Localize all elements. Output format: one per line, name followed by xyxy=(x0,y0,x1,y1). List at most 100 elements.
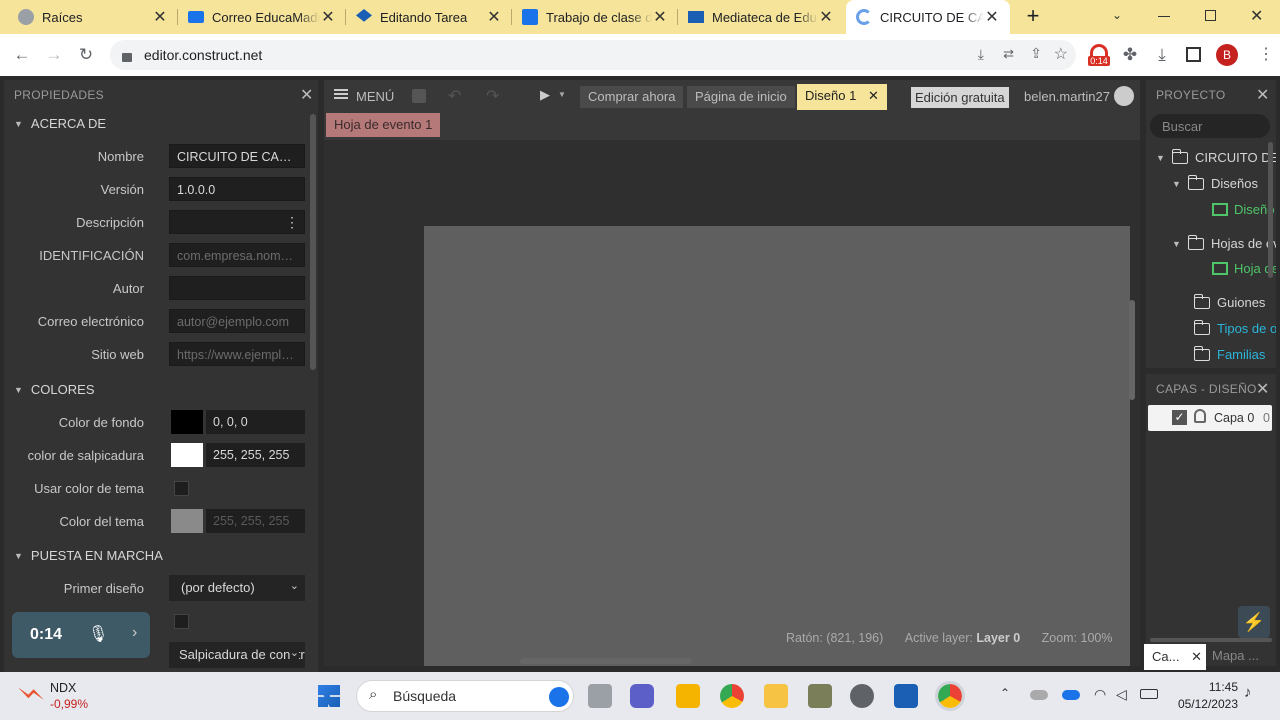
free-edition-badge[interactable]: Edición gratuita xyxy=(911,87,1009,108)
wifi-icon[interactable]: ◠ xyxy=(1094,686,1106,703)
browser-tab-circuito[interactable]: CIRCUITO DE CARRERAS ✕ xyxy=(846,0,1010,34)
tree-event-sheets[interactable]: ▼ Hojas de eventos xyxy=(1172,234,1276,251)
task-view-icon[interactable] xyxy=(588,684,612,708)
address-bar[interactable]: editor.construct.net ⤓ ⇄ ⇪ ☆ xyxy=(110,40,1076,70)
redo-icon[interactable]: ↷ xyxy=(486,86,499,106)
section-about[interactable]: ▼ ACERCA DE xyxy=(14,116,106,131)
install-icon[interactable]: ⤓ xyxy=(978,46,984,63)
tree-layout-item[interactable]: Diseño 1 xyxy=(1212,202,1276,217)
layout-canvas[interactable] xyxy=(424,226,1130,666)
clock-time[interactable]: 11:45 xyxy=(1196,680,1238,694)
teams-icon[interactable] xyxy=(630,684,654,708)
window-close-icon[interactable]: ✕ xyxy=(1250,6,1263,26)
splash-color-swatch[interactable] xyxy=(171,443,203,467)
onedrive-icon[interactable] xyxy=(1062,690,1080,700)
id-field[interactable]: com.empresa.nombre xyxy=(169,243,305,267)
username[interactable]: belen.martin27 xyxy=(1024,89,1110,104)
theme-color-swatch[interactable] xyxy=(171,509,203,533)
event-sheet-tab[interactable]: Hoja de evento 1 xyxy=(326,113,441,137)
app-icon-2[interactable] xyxy=(808,684,832,708)
close-icon[interactable]: ✕ xyxy=(486,7,502,27)
file-explorer-icon[interactable] xyxy=(764,684,788,708)
close-icon[interactable]: ✕ xyxy=(818,7,834,27)
close-icon[interactable]: ✕ xyxy=(868,88,879,103)
tree-families[interactable]: Familias xyxy=(1194,345,1265,362)
construct-logo-icon[interactable]: ⚡ xyxy=(1238,606,1270,638)
bing-icon[interactable] xyxy=(549,687,569,707)
profile-avatar[interactable]: B xyxy=(1216,44,1238,66)
layer-row[interactable]: ✓ Capa 0 0 xyxy=(1148,405,1272,431)
close-icon[interactable]: ✕ xyxy=(152,7,168,27)
close-icon[interactable]: ✕ xyxy=(1256,85,1269,105)
layers-bottom-tab[interactable]: Ca... ✕ xyxy=(1144,644,1206,670)
chevron-down-icon[interactable]: ⌄ xyxy=(1112,8,1122,22)
browser-tab-mediateca[interactable]: Mediateca de EducaMadrid ✕ xyxy=(678,0,844,34)
new-tab-button[interactable]: + xyxy=(1022,5,1044,29)
battery-icon[interactable] xyxy=(1140,689,1158,699)
splash-color-value[interactable]: 255, 255, 255 xyxy=(206,443,305,467)
restore-icon[interactable] xyxy=(1205,10,1216,21)
use-theme-checkbox[interactable] xyxy=(174,481,189,496)
layout-view[interactable]: Ratón: (821, 196) Active layer: Layer 0 … xyxy=(324,140,1140,666)
back-icon[interactable]: ← xyxy=(12,45,32,65)
author-field[interactable] xyxy=(169,276,305,300)
name-field[interactable]: CIRCUITO DE CARRERAS xyxy=(169,144,305,168)
mic-muted-icon[interactable]: 🎙 xyxy=(88,624,108,644)
save-icon[interactable] xyxy=(412,89,426,103)
first-layout-select[interactable]: (por defecto) ⌄ xyxy=(169,575,305,601)
stock-trend-icon[interactable] xyxy=(18,687,44,700)
version-field[interactable]: 1.0.0.0 xyxy=(169,177,305,201)
browser-tab-editando[interactable]: Editando Tarea ✕ xyxy=(346,0,512,34)
volume-icon[interactable]: ◁ xyxy=(1116,686,1127,703)
close-icon[interactable]: ✕ xyxy=(1256,379,1269,399)
theme-color-value[interactable]: 255, 255, 255 xyxy=(206,509,305,533)
hamburger-icon[interactable] xyxy=(334,89,348,91)
website-field[interactable]: https://www.ejemplo.com xyxy=(169,342,305,366)
notifications-bell-icon[interactable]: ♪ xyxy=(1244,684,1252,701)
section-startup[interactable]: ▼ PUESTA EN MARCHA xyxy=(14,548,163,563)
browser-menu-icon[interactable]: ⋮ xyxy=(1258,44,1274,64)
buy-now-button[interactable]: Comprar ahora xyxy=(580,86,684,108)
settings-gear-icon[interactable] xyxy=(850,684,874,708)
close-icon[interactable]: ✕ xyxy=(1191,649,1202,664)
play-dropdown-icon[interactable]: ▼ xyxy=(558,90,566,99)
tree-object-types[interactable]: Tipos de objetos xyxy=(1194,319,1276,336)
undo-icon[interactable]: ↶ xyxy=(448,86,461,106)
horizontal-scrollbar[interactable] xyxy=(520,658,692,664)
browser-tab-trabajo[interactable]: Trabajo de clase de ✕ xyxy=(512,0,678,34)
cloud-icon[interactable] xyxy=(1030,690,1048,700)
taskbar-search[interactable]: ⌕ Búsqueda xyxy=(356,680,574,712)
browser-tab-raices[interactable]: Raíces ✕ xyxy=(8,0,178,34)
project-search-input[interactable]: Buscar xyxy=(1150,114,1270,138)
layout-tab[interactable]: Diseño 1 ✕ xyxy=(797,84,887,110)
tree-scripts[interactable]: Guiones xyxy=(1194,293,1265,310)
clock-date[interactable]: 05/12/2023 xyxy=(1170,697,1238,711)
loader-style-select[interactable]: Salpicadura de construcción ⌄ xyxy=(169,642,305,668)
bg-color-swatch[interactable] xyxy=(171,410,203,434)
section-colors[interactable]: ▼ COLORES xyxy=(14,382,95,397)
app-icon-3[interactable] xyxy=(894,684,918,708)
windows-start-icon[interactable] xyxy=(318,685,340,707)
lock-icon[interactable] xyxy=(1194,409,1206,423)
bookmark-star-icon[interactable]: ☆ xyxy=(1054,44,1068,64)
extensions-puzzle-icon[interactable]: ✤ xyxy=(1120,45,1140,65)
project-scrollbar[interactable] xyxy=(1268,142,1273,278)
chevron-right-icon[interactable]: › xyxy=(132,624,137,642)
screen-recorder-extension[interactable]: 0:14 xyxy=(1088,44,1110,68)
play-icon[interactable]: ▶ xyxy=(540,87,550,103)
more-options-icon[interactable]: ⋮ xyxy=(285,214,299,231)
visible-checkbox[interactable]: ✓ xyxy=(1172,410,1187,425)
ticker-name[interactable]: NDX xyxy=(50,681,76,695)
tree-layouts[interactable]: ▼ Diseños xyxy=(1172,174,1258,191)
close-icon[interactable]: ✕ xyxy=(984,7,1000,27)
translate-icon[interactable]: ⇄ xyxy=(1003,46,1014,62)
home-page-tab[interactable]: Página de inicio xyxy=(687,86,795,108)
tree-event-sheet-item[interactable]: Hoja de evento 1 xyxy=(1212,261,1276,276)
close-icon[interactable]: ✕ xyxy=(320,7,336,27)
bg-color-value[interactable]: 0, 0, 0 xyxy=(206,410,305,434)
download-icon[interactable]: ⤓ xyxy=(1152,45,1172,65)
tilemap-bottom-tab[interactable]: Mapa ... xyxy=(1212,648,1259,663)
user-avatar-icon[interactable] xyxy=(1114,86,1134,106)
layers-scrollbar[interactable] xyxy=(1150,638,1272,642)
close-icon[interactable]: ✕ xyxy=(652,7,668,27)
